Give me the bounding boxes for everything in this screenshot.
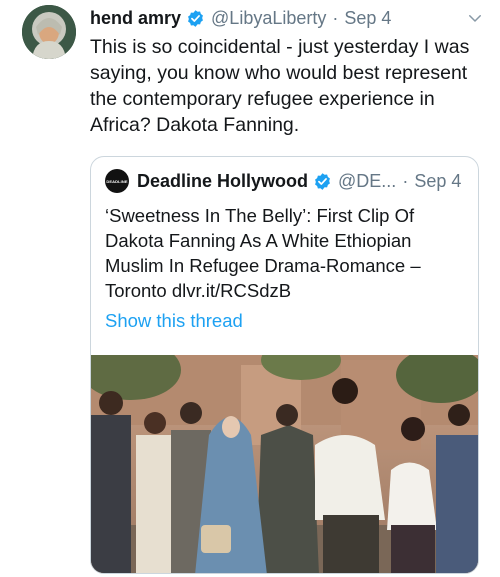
author-handle[interactable]: @LibyaLiberty [211,8,326,29]
show-thread-link[interactable]: Show this thread [105,310,243,332]
author-avatar[interactable] [22,5,76,59]
movie-still-photo-icon [91,355,478,573]
author-name[interactable]: hend amry [90,8,181,29]
quoted-tweet-text: ‘Sweetness In The Belly’: First Clip Of … [105,205,421,301]
verified-badge-icon [188,9,203,27]
quoted-author-handle[interactable]: @DE... [338,171,396,192]
quoted-tweet-image[interactable] [91,355,478,573]
quoted-tweet[interactable]: DEADLINE Deadline Hollywood @DE... · Sep… [90,156,479,574]
tweet-header: hend amry @LibyaLiberty · Sep 4 [90,6,484,30]
chevron-down-icon[interactable] [466,9,484,27]
quoted-tweet-date[interactable]: Sep 4 [414,171,461,192]
separator-dot: · [402,170,409,191]
quoted-tweet-header: DEADLINE Deadline Hollywood @DE... · Sep… [105,169,466,193]
separator-dot: · [332,7,339,28]
verified-badge-icon [315,172,330,190]
deadline-logo-icon: DEADLINE [105,169,129,193]
tweet-text: This is so coincidental - just yesterday… [90,36,470,136]
tweet-date[interactable]: Sep 4 [344,8,391,29]
quoted-author-name[interactable]: Deadline Hollywood [137,171,308,192]
user-avatar-photo-icon [22,5,76,59]
